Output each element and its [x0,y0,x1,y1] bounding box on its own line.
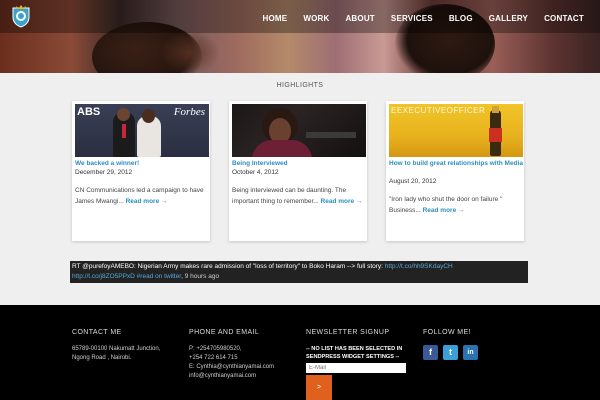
footer-heading: CONTACT ME [72,329,122,336]
read-more-link[interactable]: Read more → [321,198,363,205]
footer: CONTACT ME 65789-00100 Nakumatt Junction… [0,305,600,400]
footer-heading: PHONE AND EMAIL [189,329,260,336]
card-title[interactable]: How to build great relationships with Me… [389,159,523,168]
footer-newsletter: NEWSLETTER SIGNUP -- NO LIST HAS BEEN SE… [306,329,411,373]
footer-contact: CONTACT ME 65789-00100 Nakumatt Junction… [72,329,160,363]
hero-banner: HOME WORK ABOUT SERVICES BLOG GALLERY CO… [0,0,600,73]
card-date: October 4, 2012 [232,169,279,176]
card-date: August 20, 2012 [389,178,437,185]
card-date: December 29, 2012 [75,169,133,176]
nav-work[interactable]: WORK [295,14,337,23]
nav-about[interactable]: ABOUT [337,14,382,23]
card-title[interactable]: Being Interviewed [232,159,366,168]
phone-line: P: +254705980520, [189,346,242,352]
card-excerpt: "Iron lady who shut the door on failure … [389,196,503,214]
read-more-link[interactable]: Read more → [126,198,168,205]
facebook-icon[interactable]: f [423,345,438,360]
nav-services[interactable]: SERVICES [383,14,441,23]
tweet-link[interactable]: http://t.co/j8ZO5PPxD [72,273,135,280]
address-line: 65789-00100 Nakumatt Junction, [72,346,161,352]
card-excerpt: Being interviewed can be daunting. The i… [232,187,363,205]
footer-heading: FOLLOW ME! [423,329,471,336]
nav-contact[interactable]: CONTACT [536,14,592,23]
social-links: f t in [423,345,478,360]
read-more-link[interactable]: Read more → [423,207,465,214]
tweet-text: RT @purefoyAMEBO: Nigerian Army makes ra… [72,263,385,270]
footer-heading: NEWSLETTER SIGNUP [306,329,390,336]
main-nav: HOME WORK ABOUT SERVICES BLOG GALLERY CO… [255,14,593,23]
nav-home[interactable]: HOME [255,14,296,23]
tweet-link[interactable]: http://t.co/hh9SKdayCH [385,263,453,270]
email-line[interactable]: E: Cynthia@cynthianyamai.com [189,363,274,372]
highlight-card-winner: ABS Forbes We backed a winner! December … [72,101,210,241]
email-field[interactable] [306,363,406,373]
card-image-forbes[interactable]: ABS Forbes [75,104,209,157]
newsletter-submit-button[interactable]: > [306,375,332,400]
image-text-executive: EEXECUTIVEOFFICER [391,106,486,115]
footer-phone-email: PHONE AND EMAIL P: +254705980520, +254 7… [189,329,274,381]
image-text-forbes: Forbes [173,106,205,118]
nav-blog[interactable]: BLOG [441,14,481,23]
highlight-card-media: EEXECUTIVEOFFICER How to build great rel… [386,101,524,241]
footer-social: FOLLOW ME! f t in [423,329,478,360]
highlights-heading: HIGHLIGHTS [276,82,324,89]
twitter-icon[interactable]: t [443,345,458,360]
address-line: Ngong Road , Nairobi. [72,355,132,361]
email-line[interactable]: info@cynthianyamai.com [189,372,274,381]
card-image-executive[interactable]: EEXECUTIVEOFFICER [389,104,523,157]
twitter-feed: RT @purefoyAMEBO: Nigerian Army makes ra… [70,261,528,283]
nav-gallery[interactable]: GALLERY [481,14,536,23]
card-excerpt: CN Communications led a campaign to have… [75,187,204,205]
tweet-time: , 9 hours ago [181,273,220,280]
read-on-twitter-link[interactable]: #read on twitter [137,273,181,280]
site-logo[interactable] [10,4,32,28]
card-title[interactable]: We backed a winner! [75,159,209,168]
linkedin-icon[interactable]: in [463,345,478,360]
image-text-abs: ABS [77,106,101,118]
phone-line: +254 722 614 715 [189,355,238,361]
highlight-card-interview: Being Interviewed October 4, 2012 Being … [229,101,367,241]
newsletter-warning: -- NO LIST HAS BEEN SELECTED IN SENDPRES… [306,346,403,360]
card-image-interview[interactable] [232,104,366,157]
